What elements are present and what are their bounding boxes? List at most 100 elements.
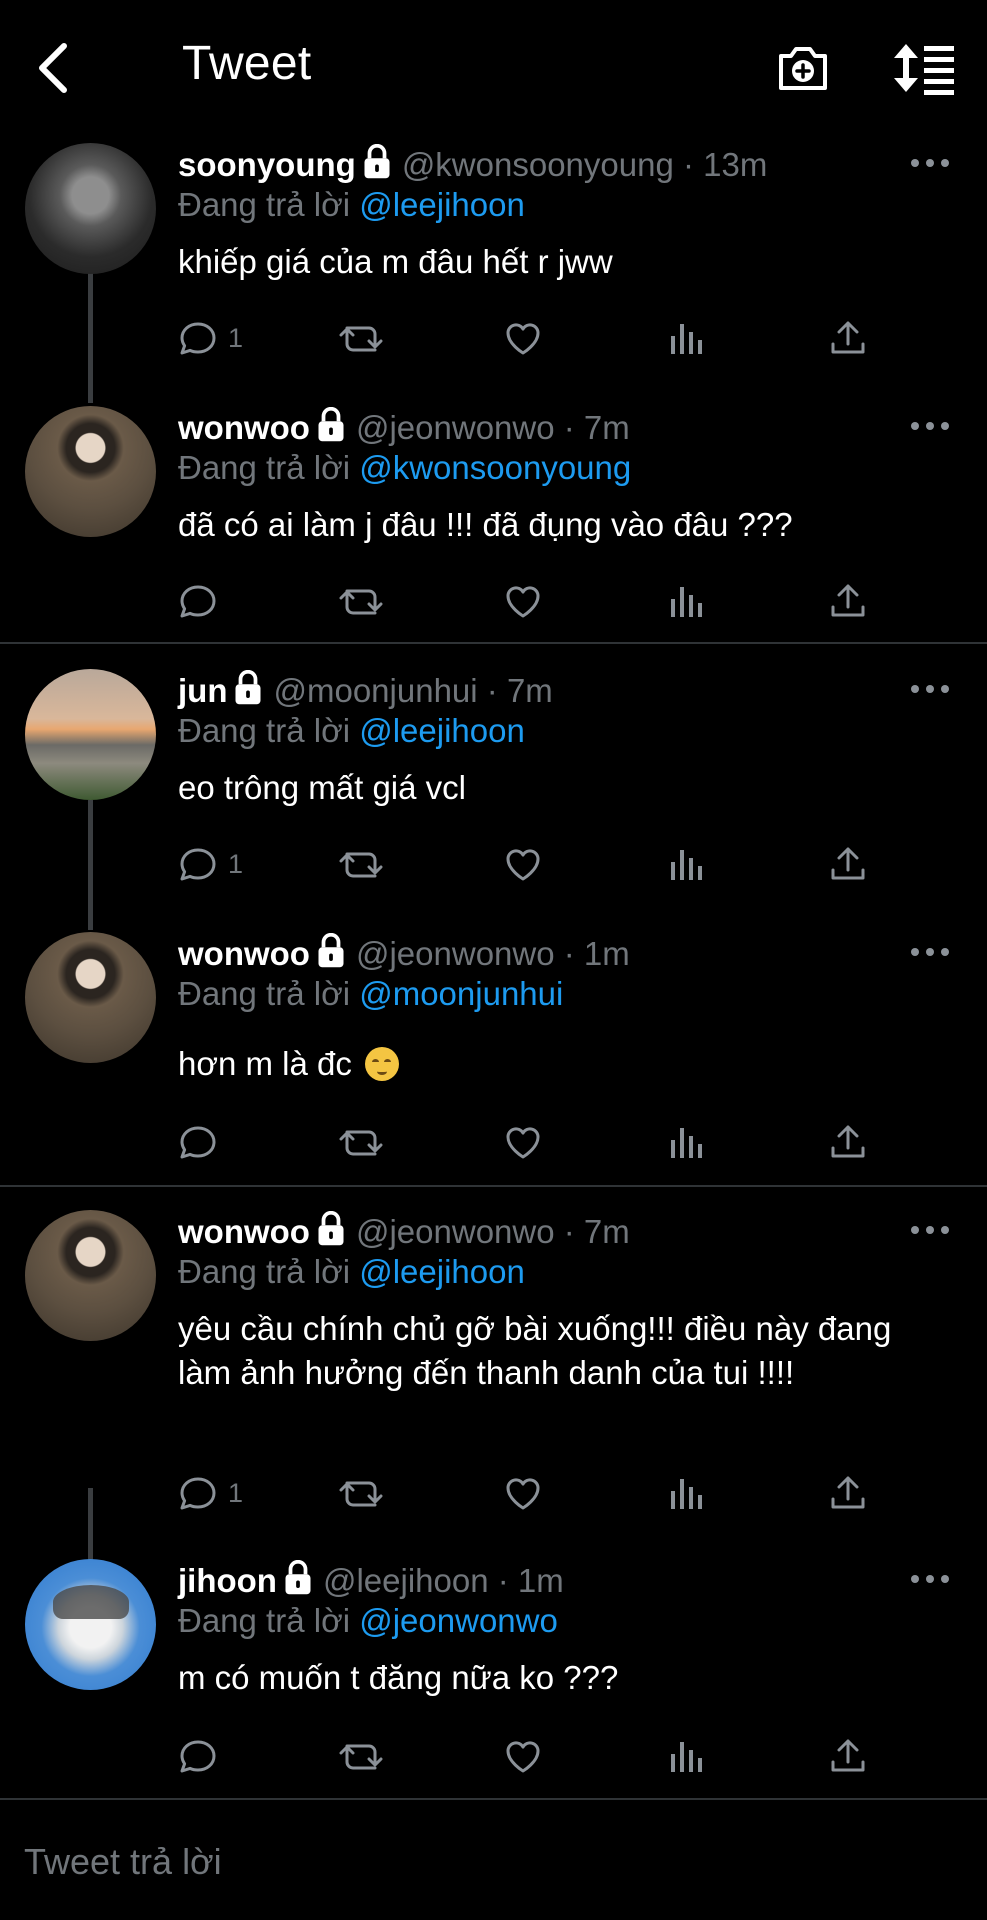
mention-link[interactable]: @jeonwonwo bbox=[359, 1602, 558, 1639]
tweet-header: jihoon @leejihoon · 1m bbox=[178, 1559, 564, 1603]
reply-button[interactable] bbox=[178, 1731, 228, 1781]
replying-to: Đang trả lời @leejihoon bbox=[178, 1253, 525, 1290]
reply-button[interactable] bbox=[178, 1117, 228, 1167]
stats-icon bbox=[666, 844, 706, 884]
heart-icon bbox=[503, 318, 543, 358]
display-name[interactable]: soonyoung bbox=[178, 146, 356, 183]
username[interactable]: @moonjunhui bbox=[273, 672, 477, 709]
username[interactable]: @jeonwonwo bbox=[356, 935, 555, 972]
reply-icon bbox=[178, 1122, 218, 1162]
relieved-face-emoji bbox=[365, 1047, 400, 1081]
like-button[interactable] bbox=[503, 576, 543, 626]
more-options-icon[interactable] bbox=[910, 1569, 950, 1589]
retweet-icon bbox=[338, 581, 384, 621]
retweet-icon bbox=[338, 1473, 384, 1513]
timestamp: · 7m bbox=[486, 672, 553, 709]
like-button[interactable] bbox=[503, 839, 543, 889]
stats-icon bbox=[666, 581, 706, 621]
back-button[interactable] bbox=[30, 38, 90, 108]
retweet-button[interactable] bbox=[338, 576, 384, 626]
views-button[interactable] bbox=[666, 1731, 706, 1781]
retweet-icon bbox=[338, 1736, 384, 1776]
action-bar bbox=[178, 1731, 878, 1781]
heart-icon bbox=[503, 1736, 543, 1776]
reply-button[interactable]: 1 bbox=[178, 839, 243, 889]
retweet-button[interactable] bbox=[338, 839, 384, 889]
tweet-text: đã có ai làm j đâu !!! đã đụng vào đâu ?… bbox=[178, 506, 793, 543]
reply-count: 1 bbox=[228, 848, 244, 879]
action-bar bbox=[178, 576, 878, 626]
timestamp: · 13m bbox=[683, 146, 768, 183]
mention-link[interactable]: @leejihoon bbox=[359, 186, 525, 223]
username[interactable]: @kwonsoonyoung bbox=[402, 146, 674, 183]
share-button[interactable] bbox=[828, 1468, 868, 1518]
retweet-icon bbox=[338, 318, 384, 358]
username[interactable]: @jeonwonwo bbox=[356, 409, 555, 446]
reply-input[interactable] bbox=[22, 1836, 926, 1888]
timestamp: · 1m bbox=[563, 935, 630, 972]
display-name[interactable]: jihoon bbox=[178, 1562, 277, 1599]
tweet-text: khiếp giá của m đâu hết r jww bbox=[178, 243, 613, 280]
heart-icon bbox=[503, 844, 543, 884]
reply-icon bbox=[178, 1473, 218, 1513]
share-icon bbox=[828, 1122, 868, 1162]
sort-button[interactable] bbox=[892, 40, 962, 100]
replying-to: Đang trả lời @leejihoon bbox=[178, 712, 525, 749]
mention-link[interactable]: @moonjunhui bbox=[359, 975, 563, 1012]
views-button[interactable] bbox=[666, 1468, 706, 1518]
stats-icon bbox=[666, 318, 706, 358]
username[interactable]: @jeonwonwo bbox=[356, 1213, 555, 1250]
display-name[interactable]: jun bbox=[178, 672, 227, 709]
action-bar: 1 bbox=[178, 1468, 878, 1518]
like-button[interactable] bbox=[503, 1117, 543, 1167]
views-button[interactable] bbox=[666, 576, 706, 626]
share-button[interactable] bbox=[828, 839, 868, 889]
avatar[interactable] bbox=[25, 1559, 156, 1690]
reply-button[interactable] bbox=[178, 576, 228, 626]
lock-icon bbox=[283, 1560, 313, 1596]
reply-button[interactable]: 1 bbox=[178, 313, 243, 363]
divider bbox=[0, 642, 987, 644]
views-button[interactable] bbox=[666, 839, 706, 889]
camera-button[interactable] bbox=[775, 40, 835, 100]
more-options-icon[interactable] bbox=[910, 416, 950, 436]
retweet-button[interactable] bbox=[338, 1468, 384, 1518]
tweet-text: eo trông mất giá vcl bbox=[178, 769, 466, 806]
action-bar: 1 bbox=[178, 839, 878, 889]
like-button[interactable] bbox=[503, 1731, 543, 1781]
username[interactable]: @leejihoon bbox=[323, 1562, 489, 1599]
display-name[interactable]: wonwoo bbox=[178, 1213, 310, 1250]
avatar[interactable] bbox=[25, 669, 156, 800]
avatar[interactable] bbox=[25, 143, 156, 274]
reply-icon bbox=[178, 1736, 218, 1776]
more-options-icon[interactable] bbox=[910, 942, 950, 962]
retweet-button[interactable] bbox=[338, 1731, 384, 1781]
more-options-icon[interactable] bbox=[910, 1220, 950, 1240]
display-name[interactable]: wonwoo bbox=[178, 409, 310, 446]
more-options-icon[interactable] bbox=[910, 679, 950, 699]
share-button[interactable] bbox=[828, 576, 868, 626]
retweet-button[interactable] bbox=[338, 1117, 384, 1167]
lock-icon bbox=[316, 1211, 346, 1247]
like-button[interactable] bbox=[503, 1468, 543, 1518]
divider bbox=[0, 1185, 987, 1187]
display-name[interactable]: wonwoo bbox=[178, 935, 310, 972]
retweet-button[interactable] bbox=[338, 313, 384, 363]
chevron-left-icon bbox=[39, 43, 67, 93]
share-button[interactable] bbox=[828, 313, 868, 363]
share-button[interactable] bbox=[828, 1731, 868, 1781]
like-button[interactable] bbox=[503, 313, 543, 363]
mention-link[interactable]: @leejihoon bbox=[359, 1253, 525, 1290]
mention-link[interactable]: @leejihoon bbox=[359, 712, 525, 749]
sort-lines-icon bbox=[894, 44, 954, 95]
mention-link[interactable]: @kwonsoonyoung bbox=[359, 449, 631, 486]
more-options-icon[interactable] bbox=[910, 153, 950, 173]
share-button[interactable] bbox=[828, 1117, 868, 1167]
top-bar: Tweet bbox=[0, 0, 987, 140]
views-button[interactable] bbox=[666, 1117, 706, 1167]
avatar[interactable] bbox=[25, 932, 156, 1063]
avatar[interactable] bbox=[25, 406, 156, 537]
views-button[interactable] bbox=[666, 313, 706, 363]
reply-button[interactable]: 1 bbox=[178, 1468, 243, 1518]
avatar[interactable] bbox=[25, 1210, 156, 1341]
